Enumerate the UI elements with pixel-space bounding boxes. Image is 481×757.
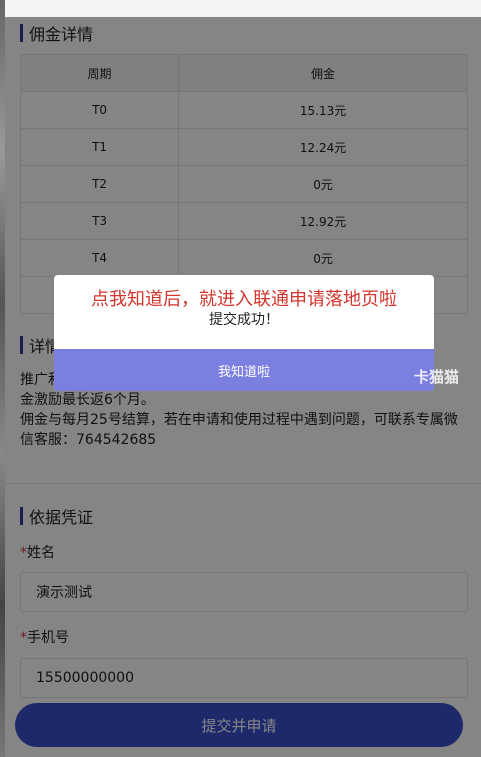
top-bar	[5, 0, 481, 18]
modal-message: 提交成功！	[209, 312, 279, 328]
acknowledge-button[interactable]: 我知道啦	[54, 349, 434, 391]
success-modal: 点我知道后，就进入联通申请落地页啦 提交成功！ 我知道啦	[54, 275, 434, 391]
watermark: 卡猫猫	[414, 368, 460, 386]
modal-annotation: 点我知道后，就进入联通申请落地页啦	[91, 289, 397, 310]
